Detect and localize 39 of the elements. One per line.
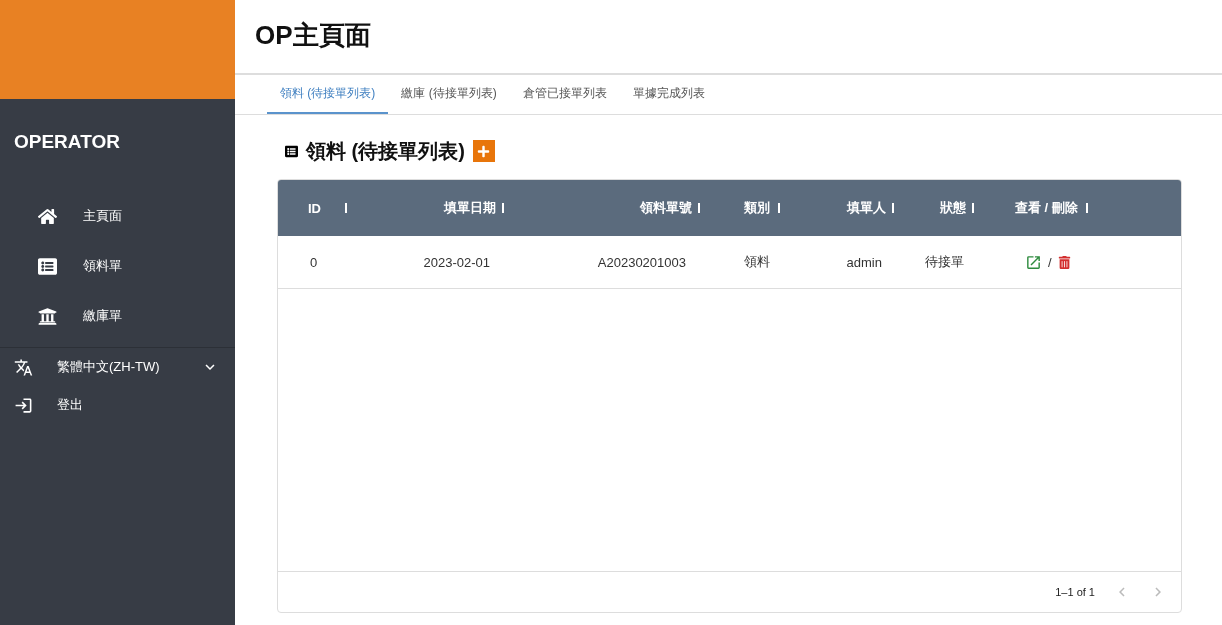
home-icon <box>38 206 57 226</box>
column-header: 類別 <box>744 199 770 217</box>
logout-item[interactable]: 登出 <box>0 386 235 424</box>
action-separator: / <box>1048 254 1052 270</box>
sidebar-item[interactable]: 主頁面 <box>0 191 235 241</box>
tab[interactable]: 單據完成列表 <box>619 75 718 114</box>
logout-icon <box>14 395 33 415</box>
column-header: 狀態 <box>940 199 966 217</box>
trash-icon <box>1057 255 1071 269</box>
tab[interactable]: 倉管已接單列表 <box>509 75 620 114</box>
column-header: 領料單號 <box>640 199 692 217</box>
translate-icon <box>14 357 33 377</box>
table-cell: 領料 <box>744 253 770 271</box>
table-cell: admin <box>846 254 882 270</box>
tab[interactable]: 領料 (待接單列表) <box>267 75 389 114</box>
list-icon <box>285 144 298 158</box>
section-title: 領料 (待接單列表) <box>306 138 465 164</box>
table-cell: 2023-02-01 <box>423 254 490 270</box>
language-selector[interactable]: 繁體中文(ZH-TW) <box>0 348 235 386</box>
sidebar-item[interactable]: 領料單 <box>0 241 235 291</box>
add-button[interactable] <box>472 140 495 162</box>
column-header: 查看 / 刪除 <box>1015 199 1078 217</box>
external-link-icon <box>1025 253 1042 271</box>
bank-icon <box>38 306 57 326</box>
tab[interactable]: 繳庫 (待接單列表) <box>388 75 510 114</box>
column-header: ID <box>308 200 321 216</box>
list-icon <box>38 256 57 276</box>
page-title: OP主頁面 <box>235 0 1222 75</box>
brand-title: OPERATOR <box>13 130 121 154</box>
delete-button[interactable] <box>1057 255 1071 269</box>
column-header: 填單日期 <box>444 199 496 217</box>
table-cell: A20230201003 <box>597 254 686 270</box>
table-cell: 0 <box>310 254 318 270</box>
plus-icon <box>477 144 491 158</box>
column-header: 填單人 <box>847 199 886 217</box>
pagination-range: 1–1 of 1 <box>1055 586 1095 598</box>
open-link-button[interactable] <box>1025 253 1042 271</box>
table-cell: 待接單 <box>925 253 964 271</box>
sidebar-item[interactable]: 繳庫單 <box>0 291 235 341</box>
